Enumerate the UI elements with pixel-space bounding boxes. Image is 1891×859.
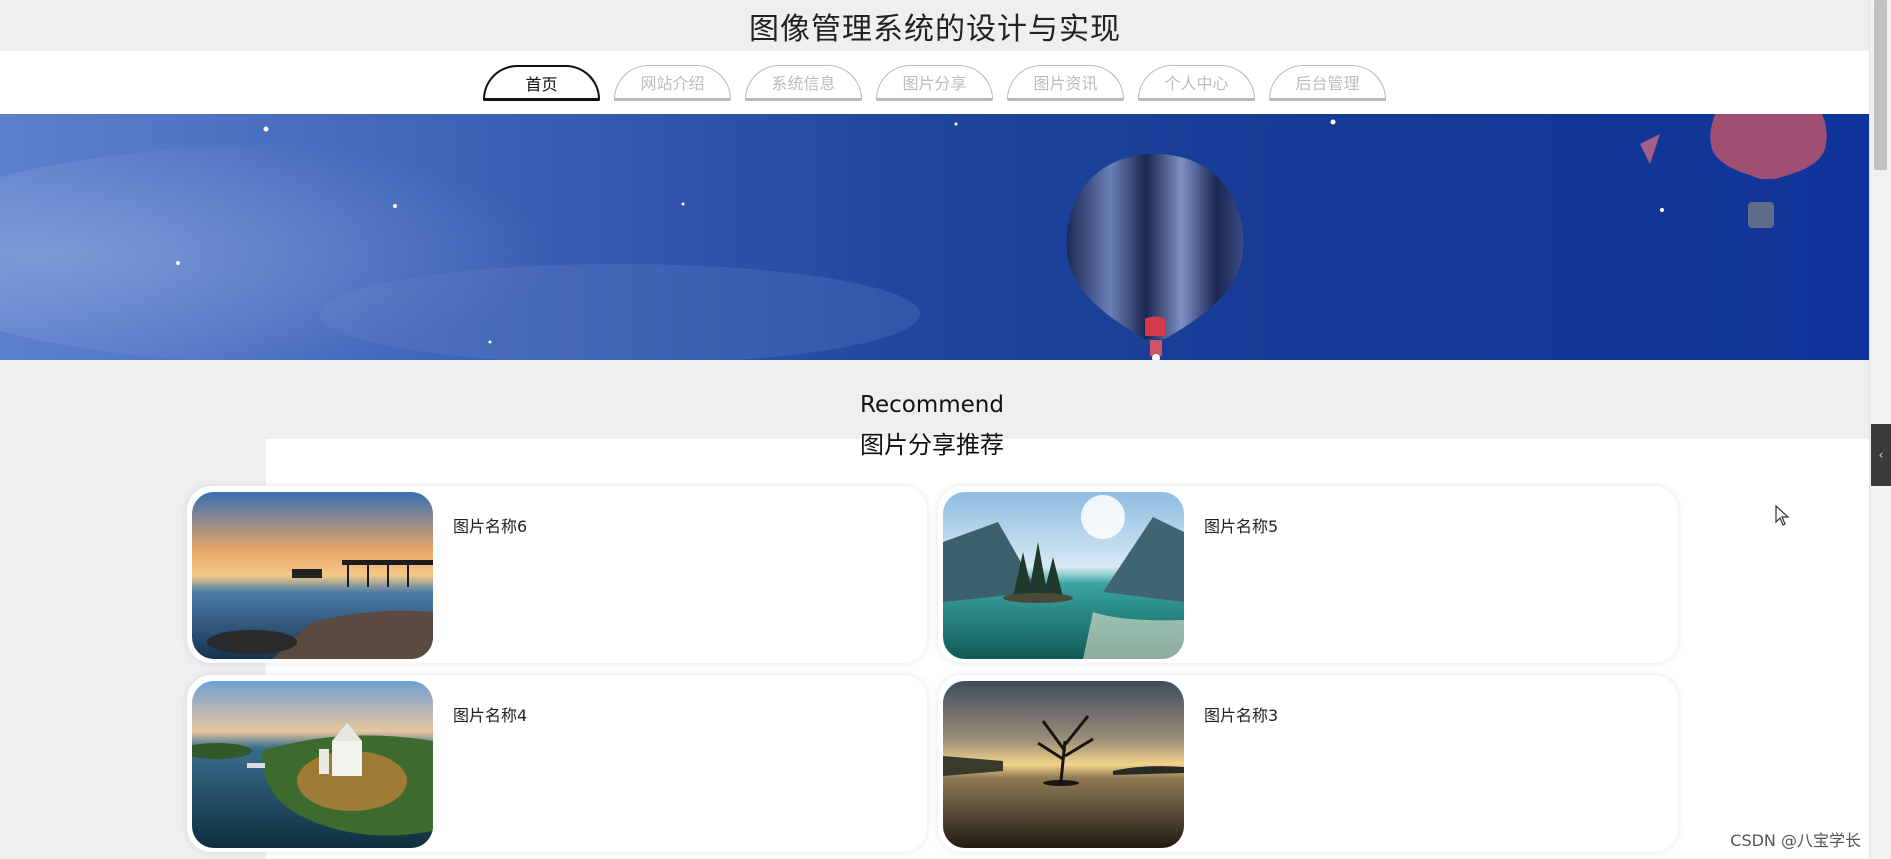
recommend-card[interactable]: 图片名称4 — [187, 675, 927, 852]
card-thumbnail-island-castle[interactable] — [192, 681, 433, 848]
nav-label: 网站介绍 — [640, 74, 705, 93]
section-title-cn: 图片分享推荐 — [860, 431, 1004, 459]
section-title-en: Recommend — [860, 392, 1004, 418]
chevron-left-icon: ‹ — [1878, 448, 1884, 462]
card-title[interactable]: 图片名称6 — [453, 513, 527, 537]
nav-item-system-info[interactable]: 系统信息 — [745, 65, 862, 101]
card-title[interactable]: 图片名称3 — [1204, 702, 1278, 726]
mouse-cursor-icon — [1775, 505, 1790, 526]
nav-label: 系统信息 — [771, 74, 836, 93]
card-thumbnail-lone-tree[interactable] — [943, 681, 1184, 848]
nav-item-admin[interactable]: 后台管理 — [1269, 65, 1386, 101]
nav-label: 个人中心 — [1164, 74, 1229, 93]
recommend-card[interactable]: 图片名称6 — [187, 486, 927, 663]
nav-label: 图片分享 — [902, 74, 967, 93]
card-thumbnail-sunset-pier[interactable] — [192, 492, 433, 659]
recommend-card[interactable]: 图片名称5 — [938, 486, 1678, 663]
nav-bar: 首页 网站介绍 系统信息 图片分享 图片资讯 个人中心 后台管理 — [0, 51, 1870, 114]
main-nav: 首页 网站介绍 系统信息 图片分享 图片资讯 个人中心 后台管理 — [483, 65, 1386, 101]
card-title[interactable]: 图片名称5 — [1204, 513, 1278, 537]
scrollbar-thumb[interactable] — [1874, 0, 1887, 170]
side-collapse-tab[interactable]: ‹ — [1871, 424, 1891, 486]
nav-item-home[interactable]: 首页 — [483, 65, 600, 101]
nav-label: 图片资讯 — [1033, 74, 1098, 93]
nav-item-personal-center[interactable]: 个人中心 — [1138, 65, 1255, 101]
nav-item-site-intro[interactable]: 网站介绍 — [614, 65, 731, 101]
card-title[interactable]: 图片名称4 — [453, 702, 527, 726]
hero-banner — [0, 114, 1870, 360]
nav-item-image-news[interactable]: 图片资讯 — [1007, 65, 1124, 101]
watermark: CSDN @八宝学长 — [1730, 831, 1861, 850]
nav-label: 首页 — [525, 74, 558, 94]
site-title: 图像管理系统的设计与实现 — [0, 0, 1870, 51]
site-title-text: 图像管理系统的设计与实现 — [749, 11, 1121, 47]
nav-label: 后台管理 — [1295, 74, 1360, 93]
card-thumbnail-mountain-lake[interactable] — [943, 492, 1184, 659]
nav-item-image-share[interactable]: 图片分享 — [876, 65, 993, 101]
recommend-card-grid: 图片名称6 图片名称5 图片名称4 图片名称3 — [187, 486, 1678, 852]
recommend-card[interactable]: 图片名称3 — [938, 675, 1678, 852]
banner-image — [0, 114, 1827, 360]
